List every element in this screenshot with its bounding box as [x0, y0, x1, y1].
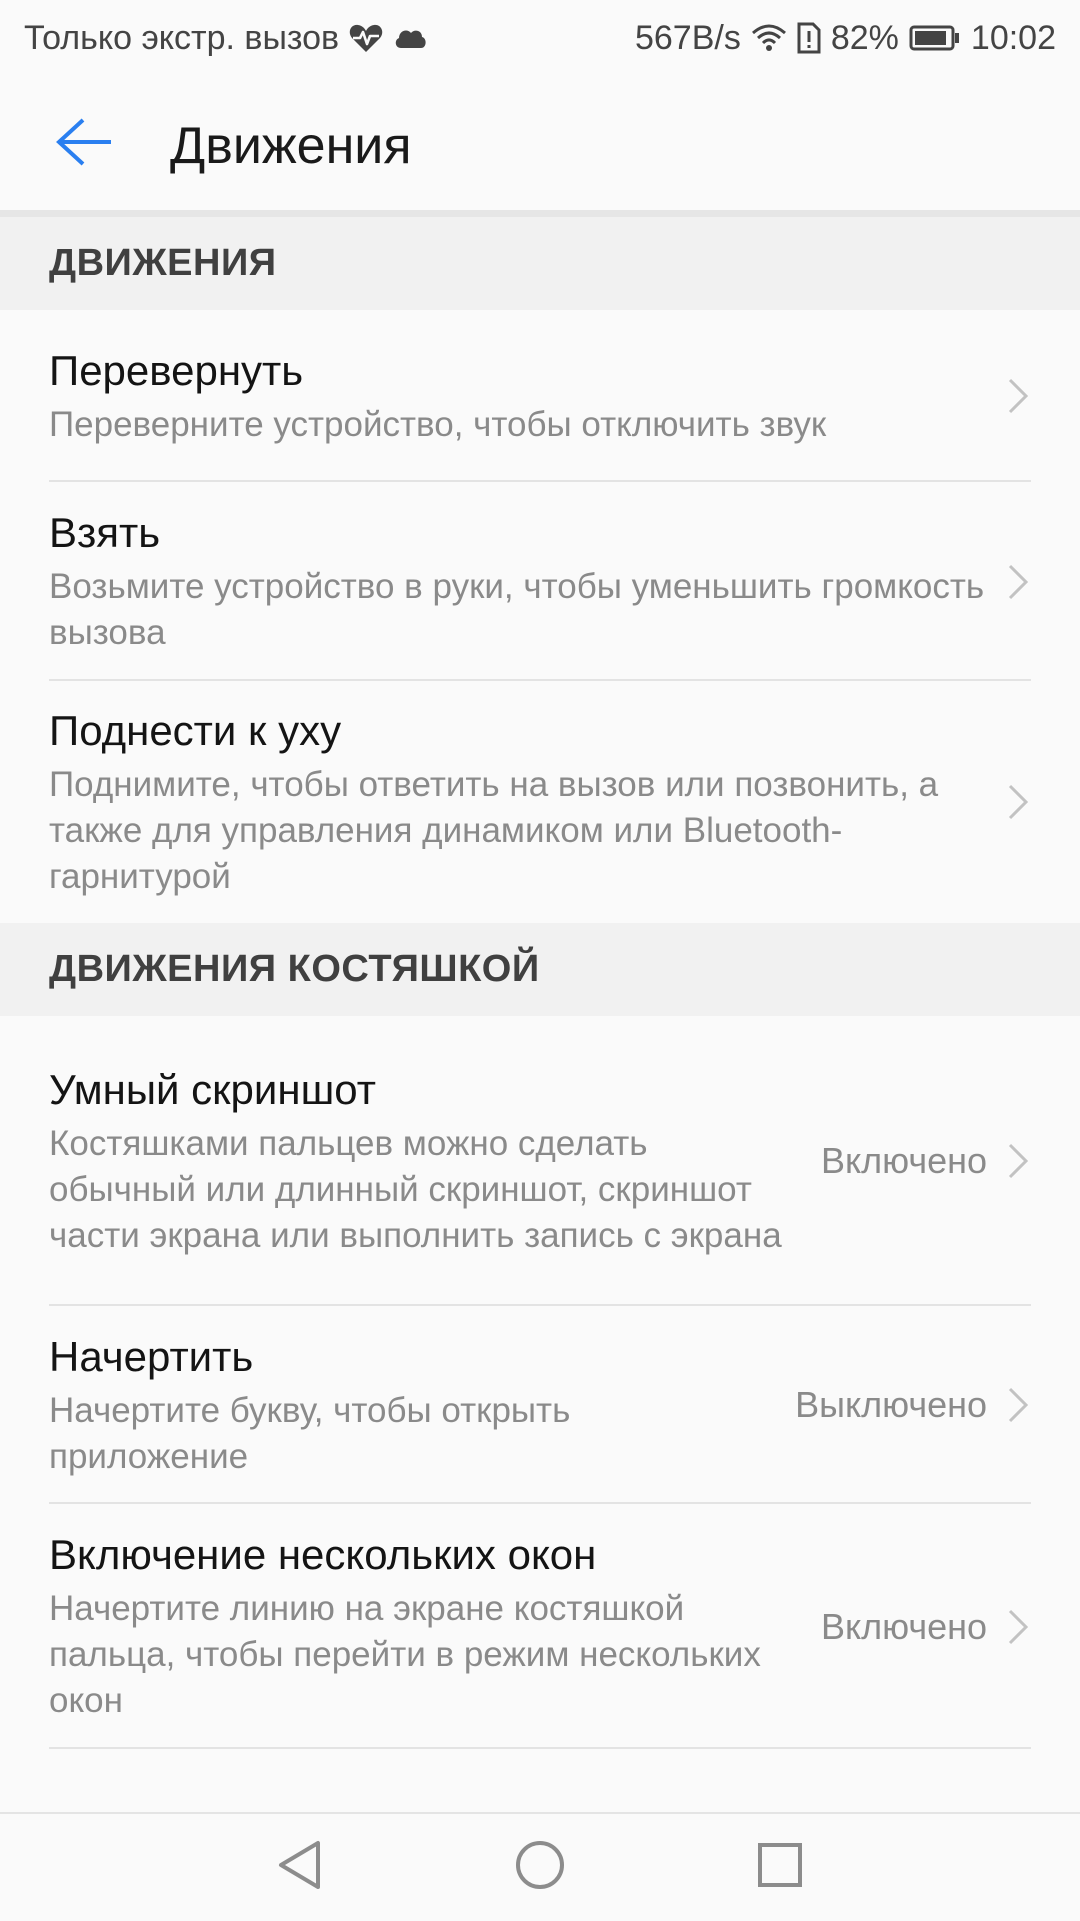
- nav-recents-button[interactable]: [660, 1813, 900, 1921]
- nav-back-button[interactable]: [180, 1813, 420, 1921]
- item-summary: Переверните устройство, чтобы отключить …: [49, 404, 827, 444]
- list-item-smart-screenshot[interactable]: Умный скриншот Костяшками пальцев можно …: [0, 1016, 1080, 1306]
- list-item-pick-up[interactable]: Взять Возьмите устройство в руки, чтобы …: [0, 482, 1080, 681]
- settings-list: ДВИЖЕНИЯ Перевернуть Переверните устройс…: [0, 217, 1080, 1749]
- item-title: Взять: [49, 509, 161, 556]
- list-item-split-screen[interactable]: Включение нескольких окон Начертите лини…: [0, 1504, 1080, 1749]
- chevron-right-icon: [1005, 783, 1031, 821]
- page-title: Движения: [170, 117, 412, 175]
- chevron-right-icon: [1005, 1608, 1031, 1646]
- item-title: Умный скриншот: [49, 1065, 376, 1113]
- item-title: Начертить: [49, 1332, 254, 1380]
- status-value: Выключено: [795, 1384, 987, 1425]
- section-header-knuckle-gestures: ДВИЖЕНИЯ КОСТЯШКОЙ: [0, 923, 1080, 1016]
- item-summary: Костяшками пальцев можно сделать обычный…: [49, 1123, 782, 1255]
- back-triangle-icon: [276, 1839, 324, 1896]
- battery-percent: 82%: [830, 18, 899, 57]
- list-item-draw[interactable]: Начертить Начертите букву, чтобы открыть…: [0, 1306, 1080, 1504]
- item-summary: Возьмите устройство в руки, чтобы уменьш…: [49, 567, 985, 652]
- clock: 10:02: [970, 18, 1056, 57]
- status-bar: Только экстр. вызов 567B/s 82% 10:02: [0, 0, 1080, 76]
- item-title: Перевернуть: [49, 346, 304, 394]
- item-summary: Поднимите, чтобы ответить на вызов или п…: [49, 764, 939, 896]
- status-value: Включено: [820, 1605, 987, 1647]
- app-bar-divider: [0, 210, 1080, 217]
- item-title: Включение нескольких окон: [49, 1531, 597, 1578]
- chevron-right-icon: [1005, 377, 1031, 415]
- heartbeat-icon: [349, 23, 383, 53]
- navigation-bar: [0, 1812, 1080, 1920]
- sim-alert-icon: [797, 22, 821, 54]
- home-circle-icon: [514, 1839, 566, 1896]
- app-bar: Движения: [0, 76, 1080, 212]
- item-summary: Начертите букву, чтобы открыть приложени…: [49, 1390, 571, 1476]
- network-speed: 567B/s: [634, 18, 741, 57]
- section-header-motions: ДВИЖЕНИЯ: [0, 217, 1080, 310]
- battery-icon: [909, 25, 961, 51]
- recents-square-icon: [756, 1841, 804, 1894]
- list-item-raise-to-ear[interactable]: Поднести к уху Поднимите, чтобы ответить…: [0, 681, 1080, 923]
- item-summary: Начертите линию на экране костяшкой паль…: [49, 1589, 761, 1720]
- divider: [49, 1747, 1031, 1749]
- wifi-icon: [751, 23, 787, 53]
- back-button[interactable]: [0, 76, 170, 212]
- carrier-text: Только экстр. вызов: [24, 18, 340, 57]
- chevron-right-icon: [1005, 563, 1031, 601]
- cloud-icon: [393, 26, 427, 50]
- item-title: Поднести к уху: [49, 706, 342, 754]
- chevron-right-icon: [1005, 1386, 1031, 1424]
- chevron-right-icon: [1005, 1142, 1031, 1180]
- nav-home-button[interactable]: [420, 1813, 660, 1921]
- arrow-left-icon: [55, 117, 115, 172]
- status-value: Включено: [820, 1140, 987, 1181]
- list-item-flip[interactable]: Перевернуть Переверните устройство, чтоб…: [0, 310, 1080, 482]
